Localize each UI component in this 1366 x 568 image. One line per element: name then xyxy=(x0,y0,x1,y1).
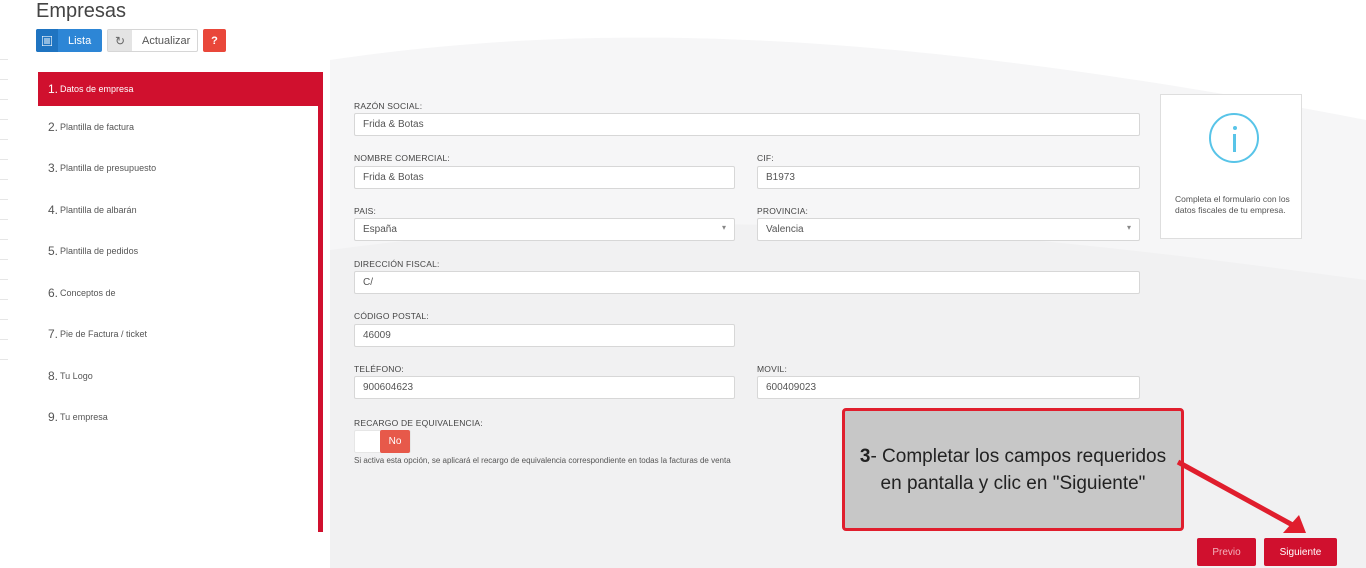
direccion-input[interactable]: C/ xyxy=(354,271,1140,294)
step-label: Plantilla de pedidos xyxy=(60,246,139,257)
movil-label: MOVIL: xyxy=(757,364,788,374)
telefono-input[interactable]: 900604623 xyxy=(354,376,735,399)
nombre-comercial-input[interactable]: Frida & Botas xyxy=(354,166,735,189)
actualizar-label: Actualizar xyxy=(142,34,191,47)
razon-social-label: RAZÓN SOCIAL: xyxy=(354,101,423,111)
previo-button[interactable]: Previo xyxy=(1197,538,1256,566)
list-icon xyxy=(36,29,58,52)
step-number: 3. xyxy=(48,161,59,176)
recargo-toggle[interactable]: No xyxy=(354,430,411,453)
wizard-steps: 1. Datos de empresa 2. Plantilla de fact… xyxy=(38,72,323,438)
codigo-postal-label: CÓDIGO POSTAL: xyxy=(354,311,429,321)
toggle-knob: No xyxy=(380,430,410,453)
step-label: Plantilla de presupuesto xyxy=(60,163,157,174)
step-number: 8. xyxy=(48,368,59,383)
info-panel: Completa el formulario con los datos fis… xyxy=(1160,94,1302,239)
step-number: 4. xyxy=(48,202,59,217)
step-plantilla-pedidos[interactable]: 5. Plantilla de pedidos xyxy=(38,231,323,273)
help-button[interactable]: ? xyxy=(203,29,226,52)
step-number: 7. xyxy=(48,327,59,342)
provincia-select[interactable]: Valencia xyxy=(757,218,1140,241)
razon-social-input[interactable]: Frida & Botas xyxy=(354,113,1140,136)
step-label: Pie de Factura / ticket xyxy=(60,329,148,340)
cif-input[interactable]: B1973 xyxy=(757,166,1140,189)
direccion-label: DIRECCIÓN FISCAL: xyxy=(354,259,440,269)
movil-input[interactable]: 600409023 xyxy=(757,376,1140,399)
step-number: 5. xyxy=(48,244,59,259)
actualizar-button[interactable]: ↻ Actualizar xyxy=(107,29,198,52)
toolbar: Lista ↻ Actualizar ? xyxy=(36,29,226,52)
step-plantilla-factura[interactable]: 2. Plantilla de factura xyxy=(38,106,323,148)
active-step-indicator xyxy=(318,72,323,532)
step-number: 1. xyxy=(48,82,59,96)
refresh-icon: ↻ xyxy=(108,30,132,51)
pais-label: PAIS: xyxy=(354,206,377,216)
step-label: Plantilla de albarán xyxy=(60,204,137,215)
step-datos-empresa[interactable]: 1. Datos de empresa xyxy=(38,72,323,106)
callout-step: 3 xyxy=(859,445,871,467)
recargo-label: RECARGO DE EQUIVALENCIA: xyxy=(354,418,483,428)
step-plantilla-albaran[interactable]: 4. Plantilla de albarán xyxy=(38,189,323,231)
tutorial-callout: 3- Completar los campos requeridos en pa… xyxy=(842,408,1184,531)
info-text: Completa el formulario con los datos fis… xyxy=(1175,194,1290,215)
lista-label: Lista xyxy=(68,34,92,47)
lista-button[interactable]: Lista xyxy=(36,29,102,52)
step-label: Tu empresa xyxy=(60,412,108,423)
codigo-postal-input[interactable]: 46009 xyxy=(354,324,735,347)
left-edge-list xyxy=(0,40,8,370)
callout-text: - Completar los campos requeridos en pan… xyxy=(870,445,1167,494)
step-plantilla-presupuesto[interactable]: 3. Plantilla de presupuesto xyxy=(38,148,323,190)
siguiente-button[interactable]: Siguiente xyxy=(1264,538,1337,566)
page-title: Empresas xyxy=(36,0,127,22)
pais-select[interactable]: España xyxy=(354,218,735,241)
step-number: 2. xyxy=(48,119,59,134)
cif-label: CIF: xyxy=(757,153,774,163)
step-label: Tu Logo xyxy=(60,370,93,381)
telefono-label: TELÉFONO: xyxy=(354,364,404,374)
step-label: Plantilla de factura xyxy=(60,121,135,132)
info-icon xyxy=(1209,113,1259,163)
step-number: 6. xyxy=(48,285,59,300)
step-pie-factura[interactable]: 7. Pie de Factura / ticket xyxy=(38,314,323,356)
step-conceptos[interactable]: 6. Conceptos de xyxy=(38,272,323,314)
nombre-comercial-label: NOMBRE COMERCIAL: xyxy=(354,153,450,163)
step-label: Datos de empresa xyxy=(60,84,134,94)
step-tu-empresa[interactable]: 9. Tu empresa xyxy=(38,397,323,439)
step-tu-logo[interactable]: 8. Tu Logo xyxy=(38,355,323,397)
recargo-hint: Si activa esta opción, se aplicará el re… xyxy=(354,456,731,465)
provincia-label: PROVINCIA: xyxy=(757,206,809,216)
step-label: Conceptos de xyxy=(60,287,116,298)
step-number: 9. xyxy=(48,410,59,425)
